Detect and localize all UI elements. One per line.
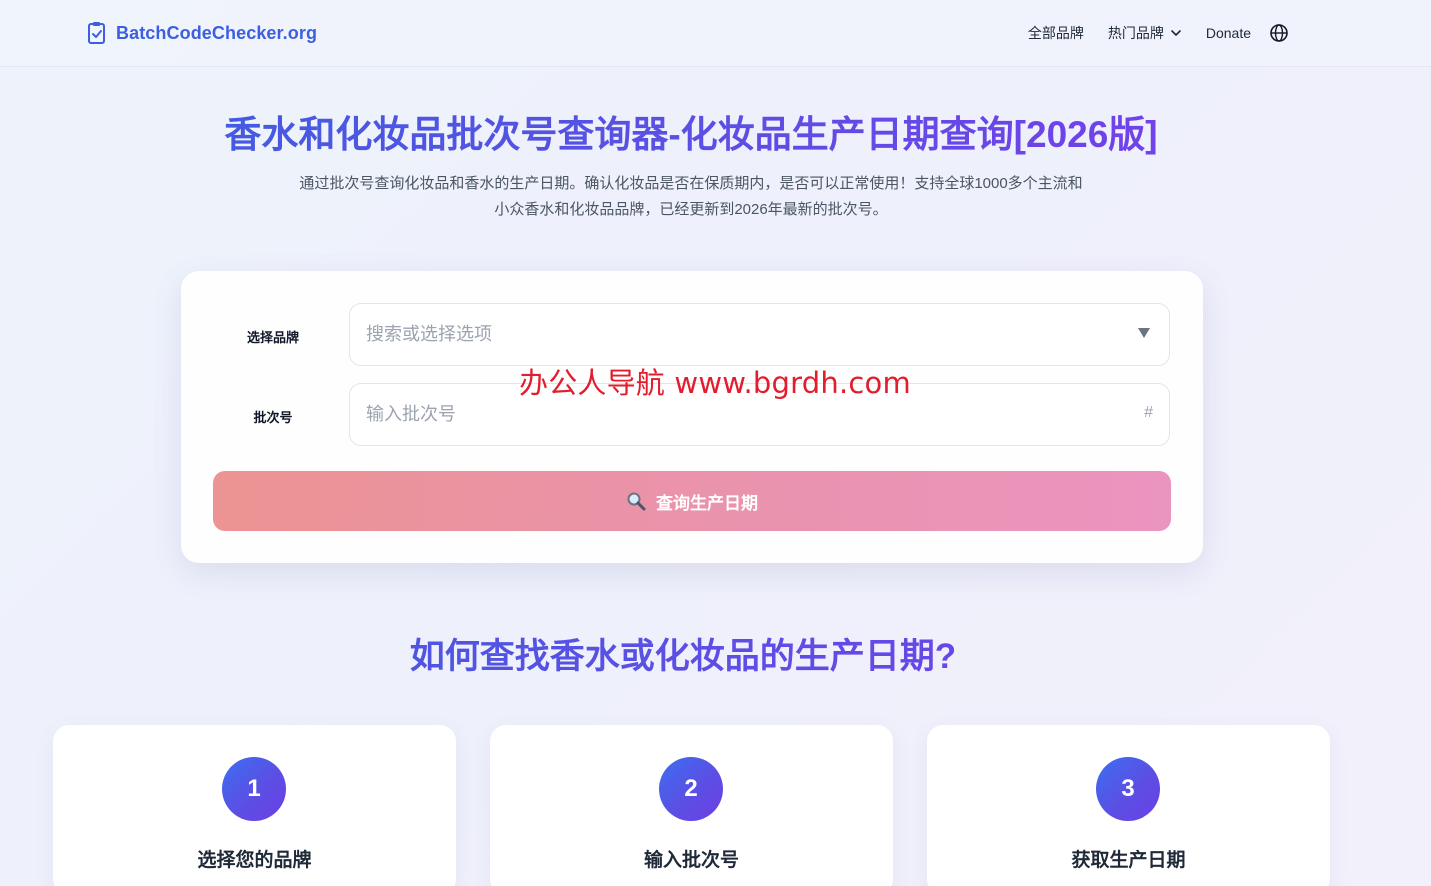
nav-donate[interactable]: Donate [1206,25,1251,41]
query-date-button[interactable]: 查询生产日期 [213,471,1171,531]
page-description: 通过批次号查询化妆品和香水的生产日期。确认化妆品是否在保质期内，是否可以正常使用… [299,175,1083,218]
chevron-down-icon [1171,30,1181,36]
top-navbar: BatchCodeChecker.org 全部品牌 热门品牌 Donate [0,0,1431,67]
brand-select[interactable] [349,303,1170,366]
clipboard-check-icon [88,22,105,44]
query-date-button-label: 查询生产日期 [656,493,758,513]
step-card-1: 1 选择您的品牌 [53,725,456,886]
batch-label: 批次号 [253,410,293,425]
search-card: 选择品牌 批次号 # 办公人导航 www.bgrdh.com 查询生产日期 [181,271,1203,563]
brand-label: 选择品牌 [246,330,299,345]
step-title: 选择您的品牌 [197,850,312,871]
step-title: 输入批次号 [643,850,739,871]
logo-text[interactable]: BatchCodeChecker.org [116,23,317,44]
hash-icon: # [1144,404,1153,421]
dropdown-arrow-icon[interactable] [1137,326,1151,340]
site-logo[interactable]: BatchCodeChecker.org [87,21,317,45]
step-number-badge: 2 [659,757,723,821]
nav-menu: 全部品牌 热门品牌 Donate [1028,21,1289,45]
globe-icon[interactable] [1269,23,1289,43]
step-number-badge: 1 [222,757,286,821]
step-card-3: 3 获取生产日期 [927,725,1330,886]
how-to-title: 如何查找香水或化妆品的生产日期? [0,634,1366,680]
step-number-badge: 3 [1096,757,1160,821]
magnifier-icon [627,492,646,511]
nav-popular-brands[interactable]: 热门品牌 [1108,23,1182,43]
step-title: 获取生产日期 [1071,850,1186,871]
step-card-2: 2 输入批次号 [490,725,893,886]
brand-search-input[interactable] [366,304,1106,364]
page-title: 香水和化妆品批次号查询器-化妆品生产日期查询[2026版] [0,112,1382,158]
nav-all-brands[interactable]: 全部品牌 [1028,23,1084,43]
nav-popular-brands-label: 热门品牌 [1107,25,1164,41]
watermark-text: 办公人导航 www.bgrdh.com [519,366,911,400]
